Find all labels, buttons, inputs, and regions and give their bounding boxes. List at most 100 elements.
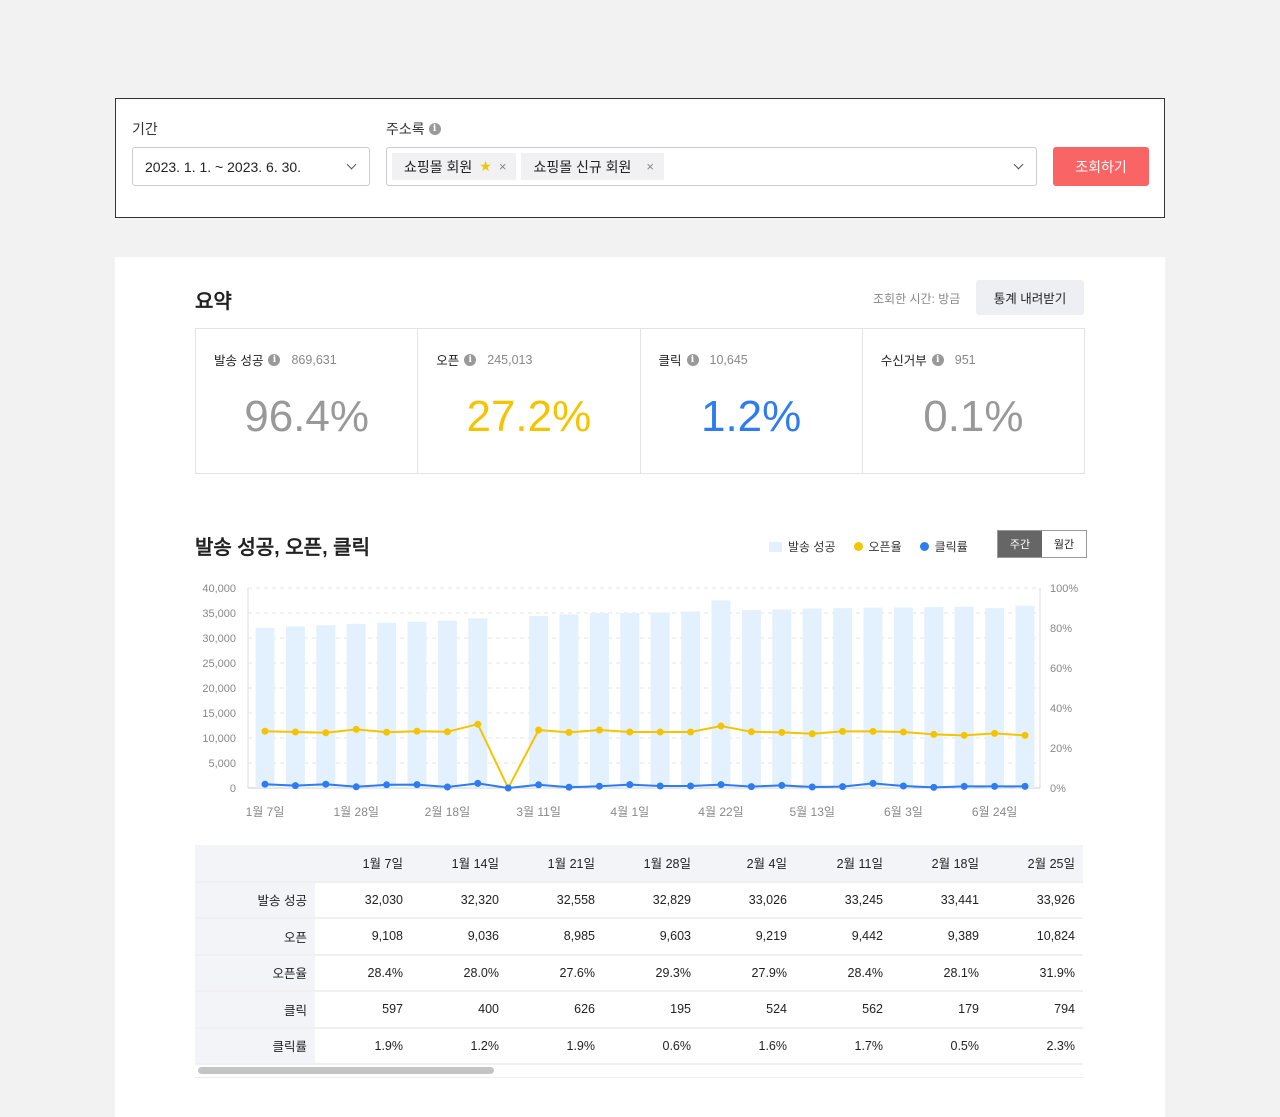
bar-sent-success [407,621,427,788]
period-select[interactable]: 2023. 1. 1. ~ 2023. 6. 30. [132,147,370,186]
report-panel: 요약 조회한 시간: 방금 통계 내려받기 발송 성공 i 869,631 96.4%… [115,257,1165,1117]
table-header-row: 1월 7일 1월 14일 1월 21일 1월 28일 2월 4일 2월 11일 2월 18일… [195,845,1083,883]
bar-sent-success [316,625,336,788]
addressbook-label: 주소록 [386,121,425,137]
row-header: 발송 성공 [195,881,315,919]
open-rate-point [778,728,786,736]
toggle-monthly[interactable]: 월간 [1042,531,1086,557]
table-cell: 179 [891,991,987,1029]
table-cell: 794 [987,991,1083,1029]
click-rate-point [626,781,634,789]
table-cell: 9,442 [795,918,891,956]
click-rate-point [504,784,512,792]
card-label: 클릭 [658,354,682,368]
y-left-tick-label: 35,000 [202,608,236,620]
open-rate-point [869,727,877,735]
table-cell: 28.4% [795,954,891,992]
click-rate-point [352,783,360,791]
card-label: 오픈 [436,354,460,368]
card-count: 245,013 [487,352,533,367]
table-row: 발송 성공 32,030 32,320 32,558 32,829 33,026 33,24… [195,881,1083,919]
horizontal-scrollbar[interactable] [198,1067,494,1074]
x-tick-label: 4월 1일 [610,805,649,819]
info-icon[interactable]: i [428,123,441,135]
open-rate-point [261,727,269,735]
addressbook-select[interactable]: 쇼핑몰 회원 ★ × 쇼핑몰 신규 회원 × [386,147,1037,186]
click-rate-point [535,781,543,789]
click-rate-point [899,782,907,790]
table-cell: 1.9% [507,1027,603,1065]
download-stats-button[interactable]: 통계 내려받기 [976,280,1084,315]
toggle-weekly[interactable]: 주간 [998,531,1042,557]
click-rate-point [717,781,725,789]
period-value: 2023. 1. 1. ~ 2023. 6. 30. [145,158,302,175]
bar-sent-success [711,600,731,788]
legend-bar-swatch [769,541,782,552]
table-cell: 562 [795,991,891,1029]
click-rate-point [443,783,451,791]
table-row: 오픈율 28.4% 28.0% 27.6% 29.3% 27.9% 28.4% 28.1% 31… [195,954,1083,992]
x-tick-label: 5월 13일 [789,805,834,819]
table-cell: 400 [411,991,507,1029]
table-cell: 0.5% [891,1027,987,1065]
tag-new-shopping-members: 쇼핑몰 신규 회원 × [521,153,664,180]
open-rate-point [808,730,816,738]
x-tick-label: 2월 18일 [425,805,470,819]
legend-label: 발송 성공 [788,540,836,554]
y-left-tick-label: 25,000 [202,658,236,670]
open-rate-point [839,727,847,735]
remove-tag-icon[interactable]: × [499,159,507,174]
table-cell: 524 [699,991,795,1029]
x-tick-label: 1월 7일 [246,805,285,819]
y-right-tick-label: 20% [1050,743,1072,755]
bar-sent-success [924,607,944,788]
table-row: 오픈 9,108 9,036 8,985 9,603 9,219 9,442 9,389 10,… [195,918,1083,956]
summary-card: 수신거부 i 951 0.1% [863,329,1084,473]
row-header: 클릭 [195,991,315,1029]
card-rate: 96.4% [244,392,369,441]
y-left-tick-label: 30,000 [202,633,236,645]
open-rate-point [687,728,695,736]
click-rate-point [656,782,664,790]
period-label: 기간 [132,121,158,137]
x-tick-label: 3월 11일 [516,805,561,819]
search-button[interactable]: 조회하기 [1053,147,1149,186]
table-cell: 597 [315,991,411,1029]
bar-sent-success [529,616,549,788]
card-count: 869,631 [291,352,337,367]
bar-sent-success [346,623,366,788]
open-rate-point [656,728,664,736]
table-cell: 33,926 [987,881,1083,919]
tag-label: 쇼핑몰 신규 회원 [533,158,632,175]
open-rate-point [443,728,451,736]
card-label: 수신거부 [880,354,927,368]
bar-sent-success [985,608,1005,788]
star-icon[interactable]: ★ [479,158,492,175]
tag-shopping-members: 쇼핑몰 회원 ★ × [392,153,517,180]
info-icon[interactable]: i [931,353,944,366]
column-header: 2월 18일 [891,845,987,883]
bar-sent-success [650,612,670,788]
card-rate: 1.2% [700,392,802,441]
bar-sent-success [681,611,701,788]
row-header: 오픈 [195,918,315,956]
column-header: 2월 25일 [987,845,1083,883]
open-rate-point [565,728,573,736]
table-cell: 28.1% [891,954,987,992]
click-rate-point [291,782,299,790]
summary-card: 발송 성공 i 869,631 96.4% [196,329,419,473]
info-icon[interactable]: i [268,353,281,366]
open-rate-point [899,728,907,736]
remove-tag-icon[interactable]: × [646,159,654,174]
card-count: 10,645 [709,352,748,367]
table-cell: 626 [507,991,603,1029]
info-icon[interactable]: i [686,353,699,366]
column-header: 2월 4일 [699,845,795,883]
bar-sent-success [954,606,974,788]
table-cell: 0.6% [603,1027,699,1065]
info-icon[interactable]: i [464,353,477,366]
y-left-tick-label: 0 [230,783,236,795]
bar-sent-success [377,622,397,788]
chart-legend: 발송 성공 오픈율 클릭률 [769,538,968,555]
open-rate-point [747,728,755,736]
